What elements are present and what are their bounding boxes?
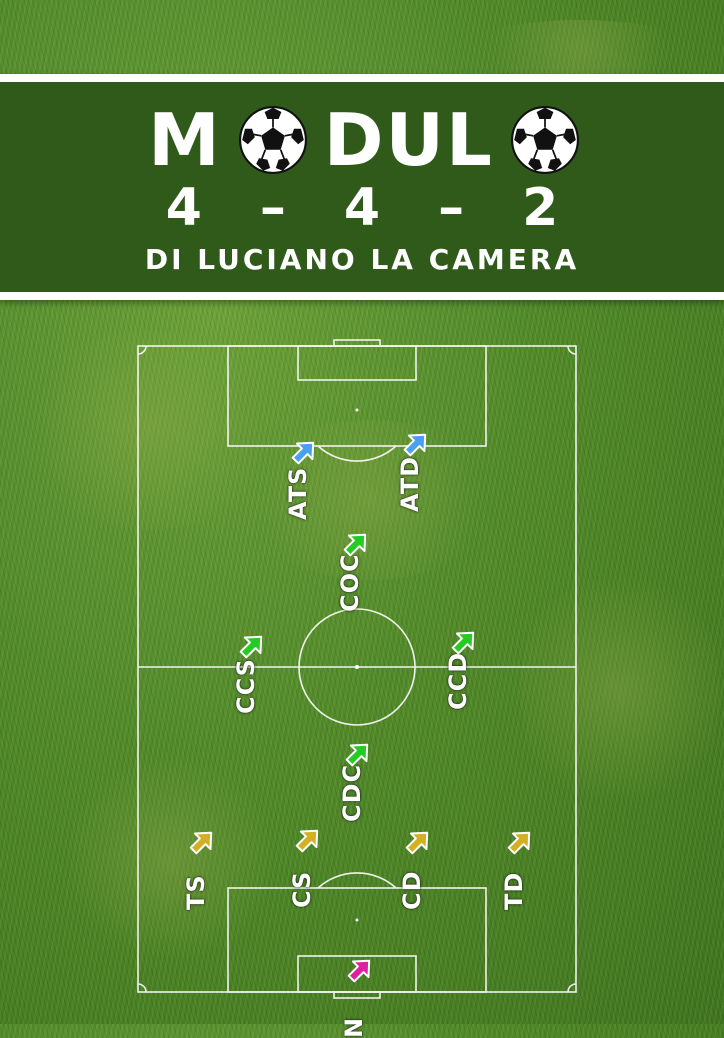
player-arrow-icon (448, 626, 480, 658)
player-arrow-icon (340, 528, 372, 560)
player-role-label: CD (398, 870, 426, 910)
player-role-label: CCD (444, 651, 472, 710)
player-arrow-icon (292, 824, 324, 856)
player-role-label: N (340, 1016, 368, 1038)
player-role-label: TD (500, 871, 528, 910)
player-role-label: CS (288, 870, 316, 908)
player-role-label: ATS (284, 466, 312, 520)
player-arrow-icon (400, 428, 432, 460)
player-role-label: CCS (232, 658, 260, 714)
player-role-label: ATD (396, 455, 424, 512)
player-arrow-icon (344, 954, 376, 986)
player-arrow-icon (288, 436, 320, 468)
player-arrow-icon (504, 826, 536, 858)
player-role-label: TS (182, 874, 210, 910)
player-arrow-icon (402, 826, 434, 858)
player-role-label: CDC (338, 763, 366, 822)
player-arrow-icon (342, 738, 374, 770)
player-arrow-icon (236, 630, 268, 662)
pitch-lines (137, 339, 577, 999)
player-arrow-icon (186, 826, 218, 858)
player-role-label: COC (336, 553, 364, 612)
